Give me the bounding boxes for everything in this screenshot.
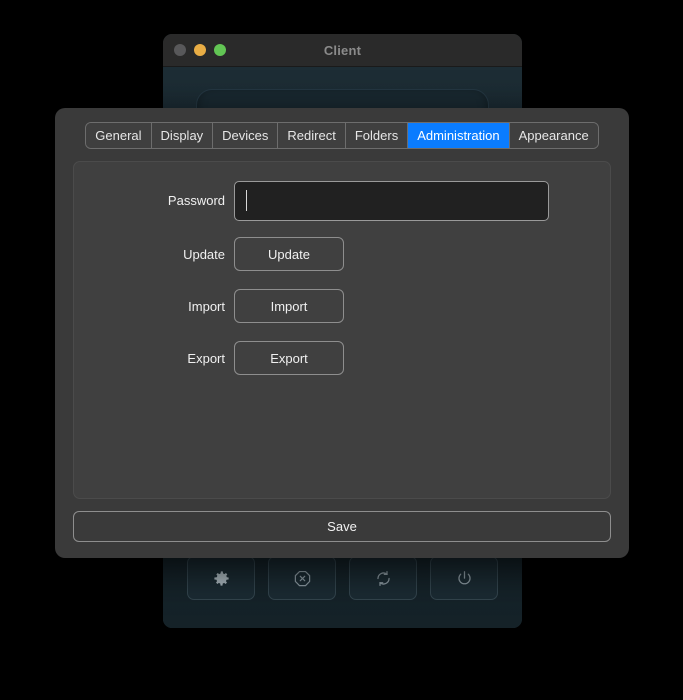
disconnect-button[interactable]: [268, 556, 336, 600]
export-button[interactable]: Export: [234, 341, 344, 375]
password-row: Password: [96, 181, 588, 221]
import-label: Import: [188, 299, 225, 314]
password-input[interactable]: [234, 181, 549, 221]
update-row: Update Update: [96, 237, 588, 273]
minimize-window-button[interactable]: [194, 44, 206, 56]
tab-display[interactable]: Display: [151, 123, 214, 148]
screen: Client General Display Devices Redirect …: [0, 0, 683, 700]
settings-tabbar: General Display Devices Redirect Folders…: [85, 122, 599, 149]
power-button[interactable]: [430, 556, 498, 600]
gear-icon: [212, 569, 231, 588]
password-input-wrap: [234, 181, 549, 221]
password-label: Password: [167, 193, 225, 208]
cancel-octagon-icon: [293, 569, 312, 588]
maximize-window-button[interactable]: [214, 44, 226, 56]
power-icon: [455, 569, 474, 588]
export-label: Export: [187, 351, 225, 366]
settings-button[interactable]: [187, 556, 255, 600]
refresh-icon: [374, 569, 393, 588]
client-toolbar: [163, 556, 522, 600]
tab-redirect[interactable]: Redirect: [278, 123, 346, 148]
tab-administration[interactable]: Administration: [408, 123, 510, 148]
tab-appearance[interactable]: Appearance: [509, 123, 598, 148]
import-button[interactable]: Import: [234, 289, 344, 323]
settings-dialog: General Display Devices Redirect Folders…: [55, 108, 629, 558]
administration-panel: Password Update Update Import Import Exp…: [73, 161, 611, 499]
import-row: Import Import: [96, 289, 588, 325]
tab-folders[interactable]: Folders: [345, 123, 409, 148]
update-label: Update: [183, 247, 225, 262]
traffic-lights: [174, 44, 226, 56]
client-window-titlebar[interactable]: Client: [163, 34, 522, 67]
update-button[interactable]: Update: [234, 237, 344, 271]
tab-general[interactable]: General: [86, 123, 152, 148]
tab-devices[interactable]: Devices: [213, 123, 279, 148]
close-window-button[interactable]: [174, 44, 186, 56]
export-row: Export Export: [96, 341, 588, 377]
save-button[interactable]: Save: [73, 511, 611, 542]
refresh-button[interactable]: [349, 556, 417, 600]
text-cursor: [246, 190, 247, 211]
